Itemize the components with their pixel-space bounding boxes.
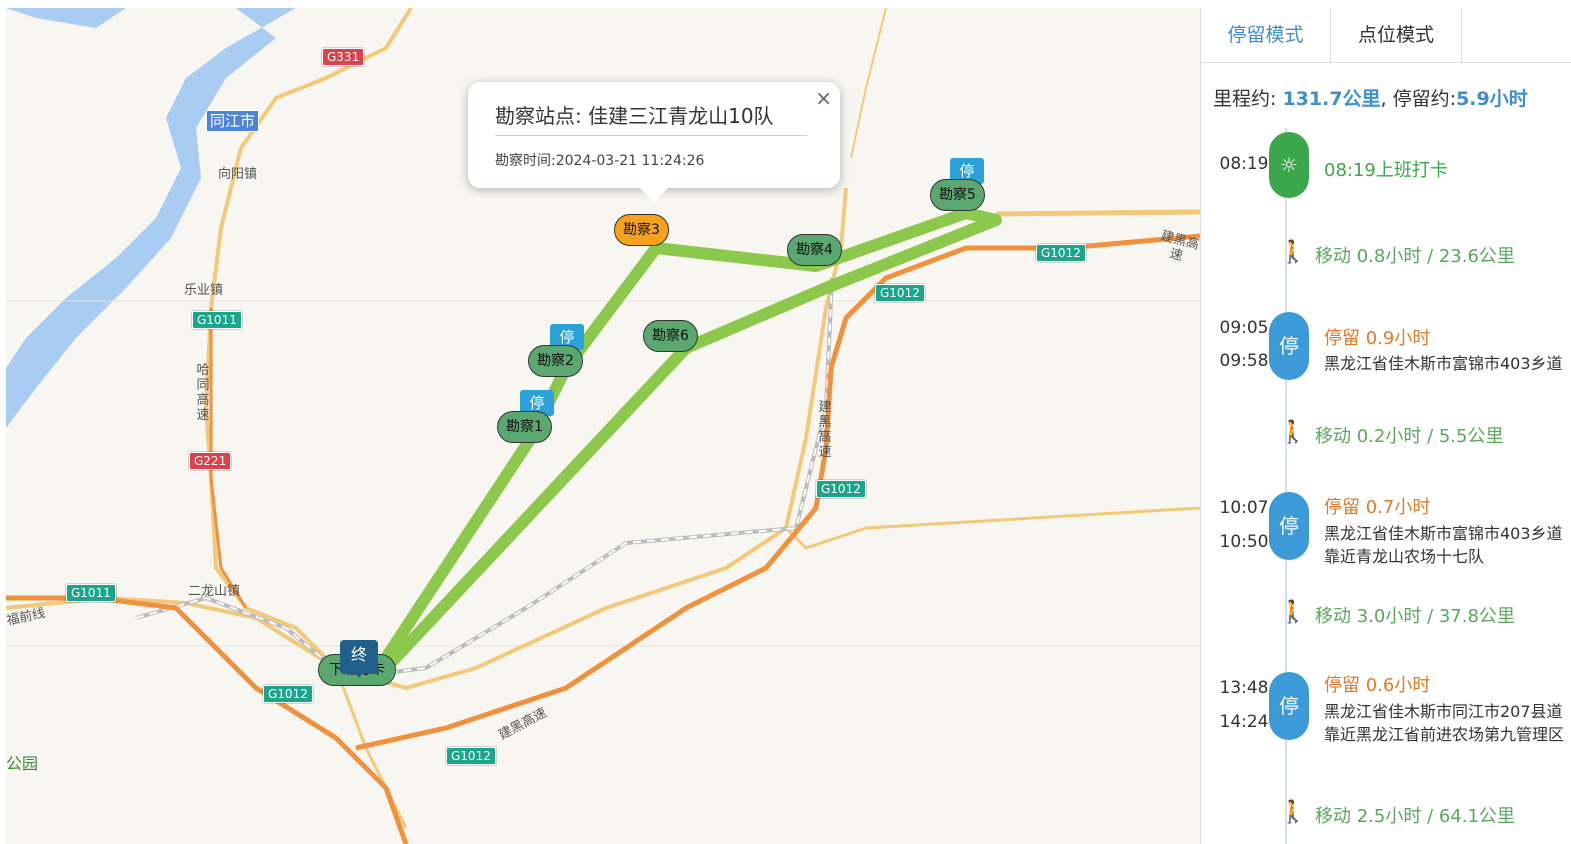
timeline-time: 10:07 (1219, 498, 1269, 518)
checkin-title: 08:19上班打卡 (1324, 160, 1448, 181)
stop-badge[interactable]: 停 (1269, 672, 1309, 740)
walking-icon: 🚶 (1279, 240, 1307, 265)
move-item: 移动 0.2小时 / 5.5公里 (1315, 426, 1504, 447)
highway-shield: G1012 (816, 480, 866, 498)
highway-shield: G1012 (875, 284, 925, 302)
stay-address: 黑龙江省佳木斯市同江市207县道靠近黑龙江省前进农场第九管理区 (1324, 702, 1565, 744)
summary-separator: , (1380, 88, 1387, 110)
stay-title: 停留 0.6小时 (1324, 675, 1431, 696)
road-label: 建黑高速 (818, 400, 832, 460)
stay-address: 黑龙江省佳木斯市富锦市403乡道 (1324, 354, 1563, 373)
highway-shield: G1012 (263, 685, 313, 703)
marker-survey-6[interactable]: 勘察6 (643, 320, 698, 352)
map-canvas[interactable]: 同江市 向阳镇 乐业镇 二龙山镇 建黑高速 建黑高速 建黑高速 哈同高速 福前线… (6, 8, 1200, 844)
close-icon[interactable]: × (815, 86, 832, 110)
highway-shield: G1012 (446, 747, 496, 765)
park-label: 公园 (6, 754, 39, 773)
highway-shield: G1011 (66, 584, 116, 602)
trip-summary: 里程约: 131.7公里, 停留约:5.9小时 (1213, 84, 1528, 111)
marker-survey-4[interactable]: 勘察4 (787, 234, 842, 266)
stop-badge[interactable]: 停 (1269, 492, 1309, 560)
town-label: 乐业镇 (184, 283, 224, 298)
marker-survey-3[interactable]: 勘察3 (614, 214, 669, 246)
stop-badge[interactable]: 停 (1269, 312, 1309, 380)
popup-time: 勘察时间:2024-03-21 11:24:26 (495, 153, 705, 169)
mileage-value: 131.7公里 (1282, 88, 1381, 110)
tab-point-mode[interactable]: 点位模式 (1331, 8, 1462, 62)
info-popup: 勘察站点: 佳建三江青龙山10队 勘察时间:2024-03-21 11:24:2… (468, 82, 840, 202)
timeline-time: 08:19 (1219, 154, 1269, 174)
town-label: 二龙山镇 (188, 584, 241, 599)
mileage-label: 里程约: (1213, 88, 1277, 110)
tab-stay-mode[interactable]: 停留模式 (1201, 8, 1331, 62)
timeline-time: 14:24 (1219, 712, 1269, 732)
timeline-time: 13:48 (1219, 678, 1269, 698)
sunrise-icon: ☼ (1269, 132, 1309, 198)
move-item: 移动 0.8小时 / 23.6公里 (1315, 246, 1515, 267)
highway-shield: G1012 (1036, 244, 1086, 262)
popup-title: 勘察站点: 佳建三江青龙山10队 (495, 100, 807, 136)
end-marker[interactable]: 终 (340, 640, 378, 678)
marker-survey-2[interactable]: 勘察2 (528, 345, 583, 377)
stay-title: 停留 0.9小时 (1324, 328, 1431, 349)
stay-address: 黑龙江省佳木斯市富锦市403乡道靠近青龙山农场十七队 (1324, 524, 1563, 566)
highway-shield: G331 (322, 48, 365, 66)
move-item: 移动 3.0小时 / 37.8公里 (1315, 606, 1515, 627)
highway-shield: G221 (189, 452, 232, 470)
timeline-time: 10:50 (1219, 532, 1269, 552)
walking-icon: 🚶 (1279, 420, 1307, 445)
timeline-time: 09:58 (1219, 351, 1269, 371)
mode-tabs: 停留模式 点位模式 (1201, 8, 1571, 63)
stay-label: 停留约: (1392, 88, 1457, 110)
walking-icon: 🚶 (1279, 800, 1307, 825)
side-panel: 停留模式 点位模式 里程约: 131.7公里, 停留约:5.9小时 08:19 … (1200, 8, 1571, 844)
timeline-time: 09:05 (1219, 318, 1269, 338)
stay-title: 停留 0.7小时 (1324, 497, 1431, 518)
walking-icon: 🚶 (1279, 600, 1307, 625)
city-label: 同江市 (206, 110, 260, 132)
stay-value: 5.9小时 (1456, 88, 1528, 110)
marker-survey-1[interactable]: 勘察1 (497, 411, 552, 443)
highway-shield: G1011 (192, 311, 242, 329)
move-item: 移动 2.5小时 / 64.1公里 (1315, 806, 1515, 827)
road-label: 哈同高速 (196, 363, 210, 423)
marker-survey-5[interactable]: 勘察5 (930, 179, 985, 211)
town-label: 向阳镇 (218, 167, 258, 182)
